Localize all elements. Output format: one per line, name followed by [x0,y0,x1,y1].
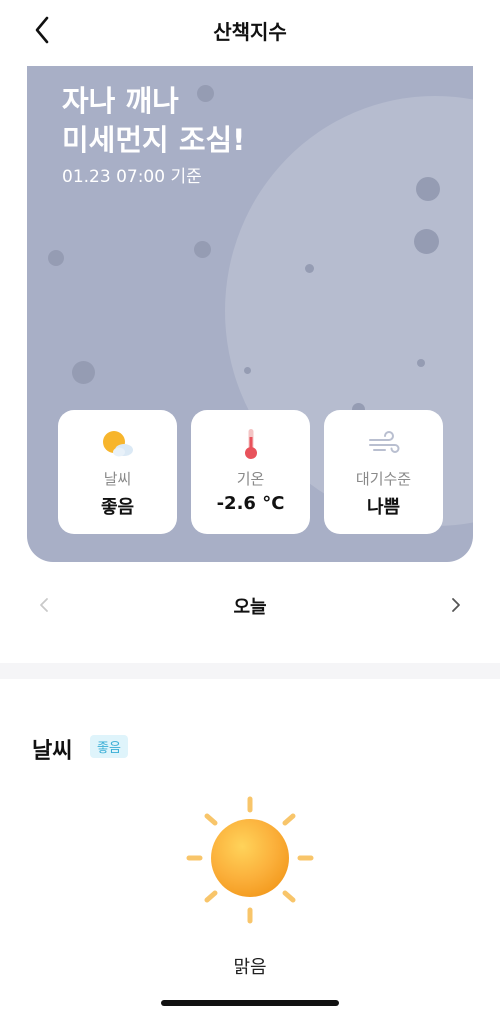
hero-title: 자나 깨나 미세먼지 조심! [62,84,246,157]
sun-icon [180,790,320,930]
wind-icon [368,431,399,453]
dust-particle [194,241,211,258]
weather-card[interactable]: 날씨 좋음 [58,410,177,534]
weather-description: 맑음 [233,957,267,978]
dust-particle [48,250,64,266]
card-value: 나쁨 [366,497,401,518]
day-label: 오늘 [233,597,267,618]
card-label: 대기수준 [355,470,412,488]
thermometer-icon [244,429,257,459]
partly-cloudy-icon [102,431,133,457]
card-value: -2.6 °C [216,493,285,514]
next-day-button[interactable] [444,591,468,619]
status-badge: 좋음 [90,735,128,758]
home-indicator[interactable] [161,1000,339,1006]
weather-section-title: 날씨 [32,739,73,764]
header: 산책지수 [0,0,500,62]
dust-particle [72,361,95,384]
section-divider [0,663,500,679]
hero-date: 01.23 07:00 기준 [62,167,202,187]
temperature-card[interactable]: 기온 -2.6 °C [191,410,310,534]
dust-particle [414,229,439,254]
hero-banner: 자나 깨나 미세먼지 조심! 01.23 07:00 기준 날씨 좋음 기온 -… [27,66,473,562]
card-value: 좋음 [100,497,135,518]
dust-particle [244,367,251,374]
day-navigator: 오늘 [0,585,500,625]
card-label: 날씨 [103,470,132,488]
dust-particle [417,359,425,367]
dust-particle [416,177,440,201]
card-label: 기온 [236,470,265,488]
chevron-right-icon [452,598,460,612]
dust-particle [305,264,314,273]
page-title: 산책지수 [213,20,287,44]
air-quality-card[interactable]: 대기수준 나쁨 [324,410,443,534]
